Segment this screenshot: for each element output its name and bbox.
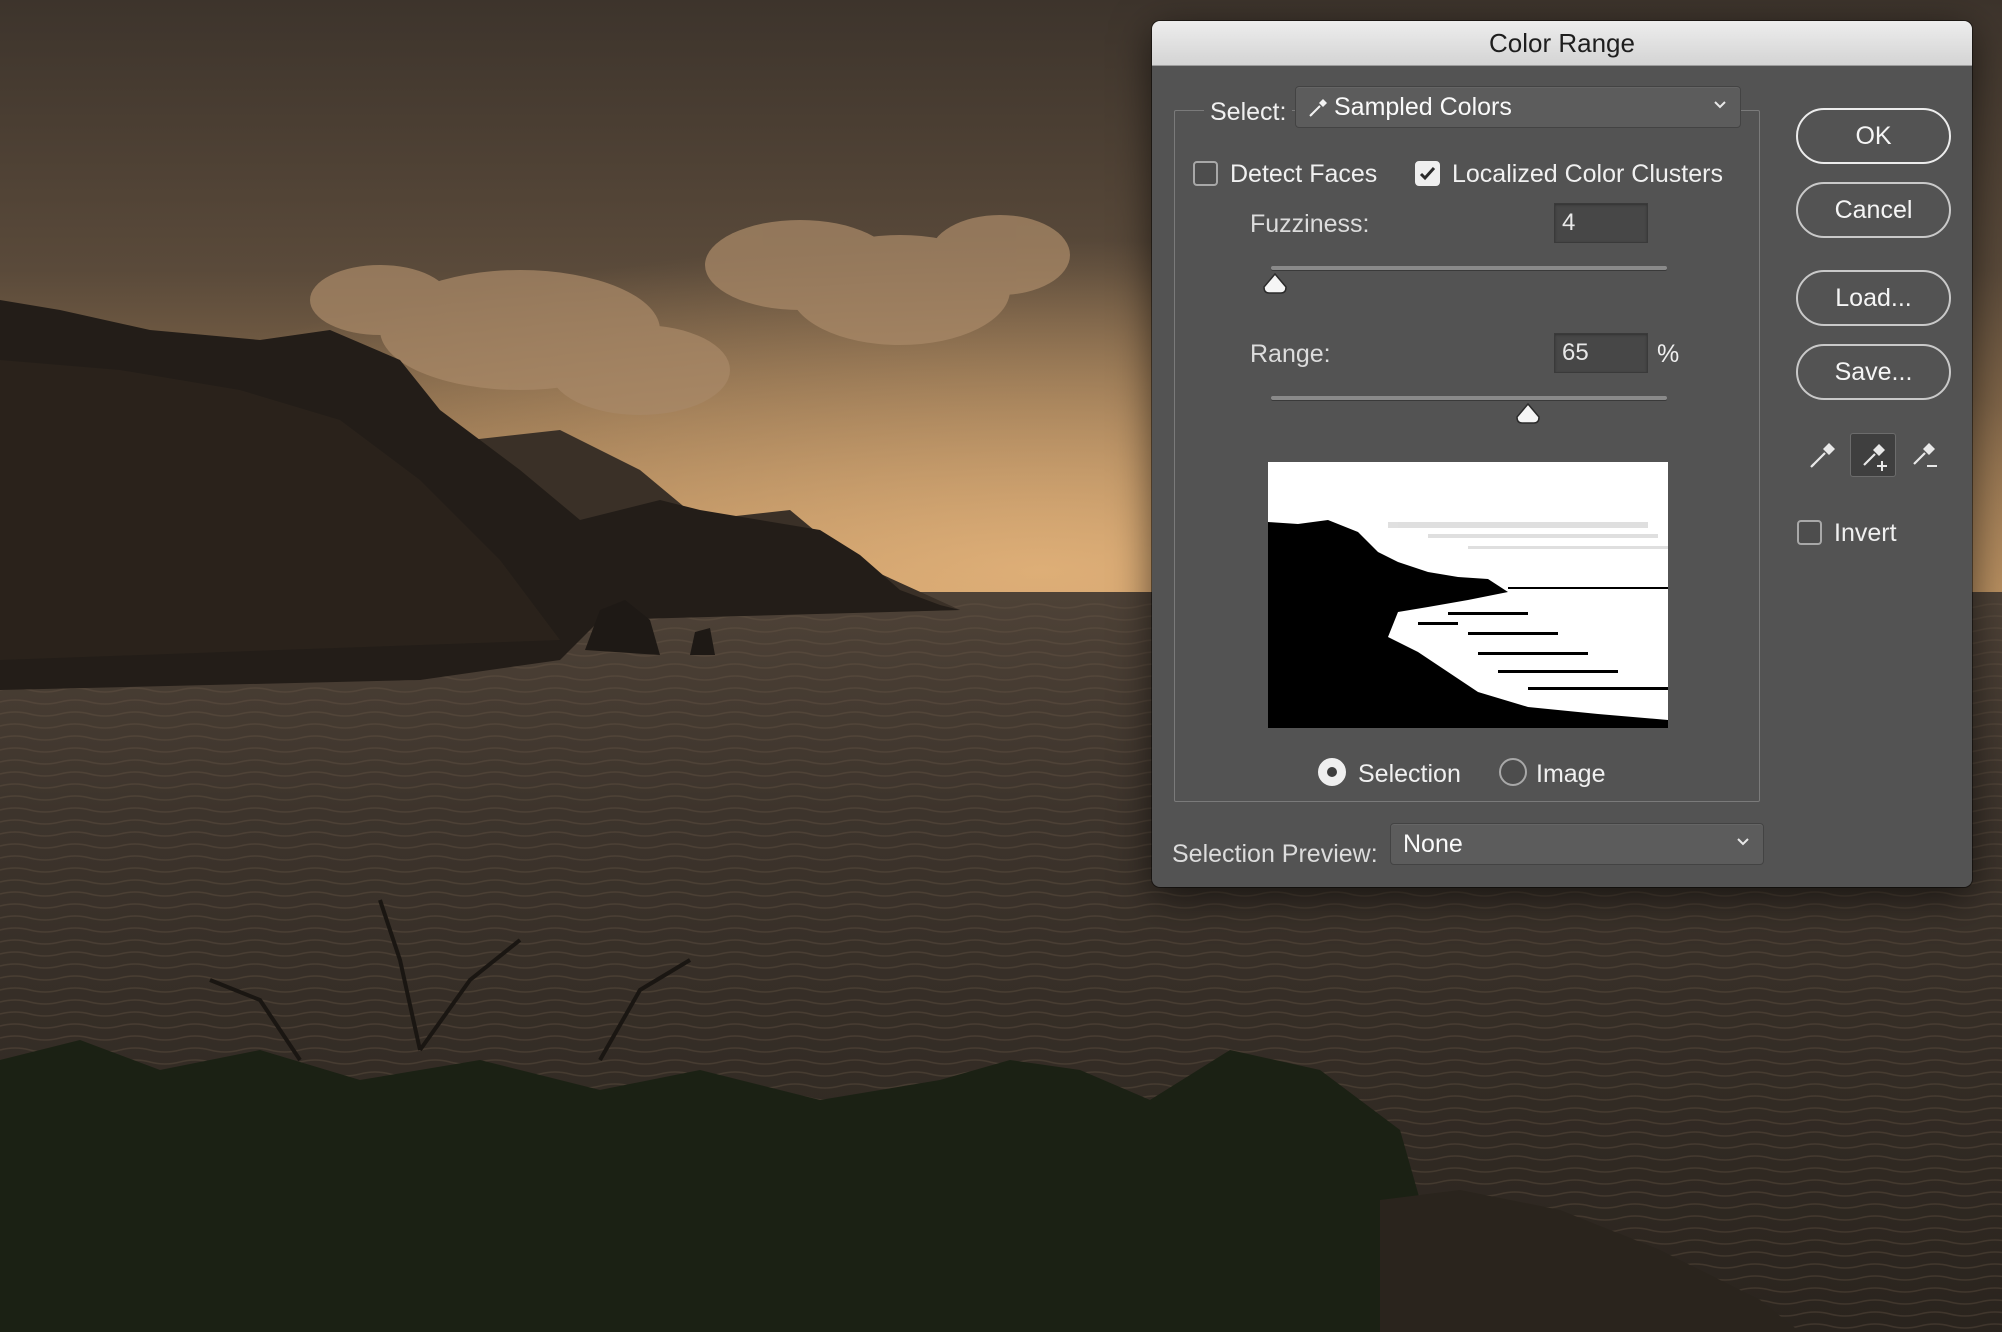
add-to-sample-icon xyxy=(1863,444,1887,471)
image-radio-label: Image xyxy=(1536,760,1606,788)
eyedropper-icon xyxy=(1309,99,1327,117)
image-radio[interactable] xyxy=(1499,758,1527,786)
detect-faces-checkbox[interactable] xyxy=(1193,161,1218,186)
selection-preview-value: None xyxy=(1403,829,1463,858)
chevron-down-icon xyxy=(1737,838,1749,846)
cancel-button[interactable]: Cancel xyxy=(1796,182,1951,238)
fuzziness-label: Fuzziness: xyxy=(1250,210,1370,238)
range-field[interactable]: 65 xyxy=(1554,333,1648,373)
eyedropper-icon xyxy=(1810,443,1835,468)
select-value: Sampled Colors xyxy=(1334,92,1512,121)
checkmark-icon xyxy=(1419,166,1436,181)
select-dropdown[interactable]: Sampled Colors xyxy=(1295,86,1741,128)
localized-color-clusters-checkbox[interactable] xyxy=(1415,161,1440,186)
selection-radio[interactable] xyxy=(1318,758,1346,786)
range-slider-track[interactable] xyxy=(1271,396,1667,400)
selection-preview-dropdown[interactable]: None xyxy=(1390,823,1764,865)
detect-faces-label: Detect Faces xyxy=(1230,160,1378,188)
localized-color-clusters-label: Localized Color Clusters xyxy=(1452,160,1723,188)
invert-checkbox[interactable] xyxy=(1797,520,1822,545)
selection-preview-thumbnail xyxy=(1268,462,1668,728)
dialog-title: Color Range xyxy=(1489,27,1635,58)
selection-preview-label: Selection Preview: xyxy=(1172,840,1378,868)
fuzziness-slider-thumb[interactable] xyxy=(1262,273,1288,295)
subtract-from-sample-tool[interactable] xyxy=(1901,433,1947,477)
selection-radio-label: Selection xyxy=(1358,760,1461,788)
range-unit: % xyxy=(1657,340,1680,368)
select-label: Select: xyxy=(1204,98,1293,127)
range-slider-thumb[interactable] xyxy=(1515,403,1541,425)
chevron-down-icon xyxy=(1714,101,1726,109)
fuzziness-slider-track[interactable] xyxy=(1271,266,1667,270)
subtract-from-sample-icon xyxy=(1913,443,1937,467)
fuzziness-field[interactable]: 4 xyxy=(1554,203,1648,243)
dialog-titlebar[interactable]: Color Range xyxy=(1152,21,1972,66)
invert-label: Invert xyxy=(1834,519,1897,547)
eyedropper-tool[interactable] xyxy=(1799,433,1845,477)
color-range-dialog: Color Range Select: Sampled Colors Detec… xyxy=(1152,21,1972,887)
range-label: Range: xyxy=(1250,340,1331,368)
load-button[interactable]: Load... xyxy=(1796,270,1951,326)
save-button[interactable]: Save... xyxy=(1796,344,1951,400)
add-to-sample-tool[interactable] xyxy=(1850,433,1896,477)
ok-button[interactable]: OK xyxy=(1796,108,1951,164)
